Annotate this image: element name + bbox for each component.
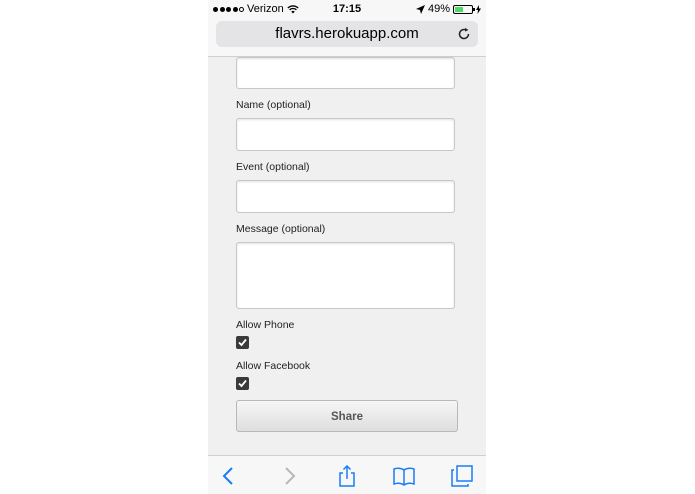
- previous-field-input[interactable]: [236, 57, 455, 89]
- tabs-icon[interactable]: [451, 465, 473, 487]
- back-icon[interactable]: [218, 465, 240, 487]
- name-input[interactable]: [236, 118, 455, 151]
- message-label: Message (optional): [236, 223, 326, 235]
- browser-toolbar: [208, 455, 486, 494]
- url-text: flavrs.herokuapp.com: [275, 25, 419, 42]
- bookmarks-icon[interactable]: [393, 465, 415, 487]
- allow-phone-label: Allow Phone: [236, 319, 295, 331]
- allow-facebook-label: Allow Facebook: [236, 360, 311, 372]
- status-bar: Verizon 17:15 49%: [208, 0, 486, 18]
- checkmark-icon: [238, 338, 247, 347]
- status-right: 49%: [415, 3, 481, 15]
- message-textarea[interactable]: [236, 242, 455, 309]
- forward-icon[interactable]: [278, 465, 300, 487]
- battery-percent: 49%: [427, 3, 450, 15]
- checkmark-icon: [238, 379, 247, 388]
- phone-screen: Verizon 17:15 49% flavrs.herokuapp.com N…: [208, 0, 486, 494]
- allow-phone-checkbox[interactable]: [236, 336, 249, 349]
- event-input[interactable]: [236, 180, 455, 213]
- address-bar-area: flavrs.herokuapp.com: [208, 18, 486, 57]
- battery-icon: [453, 4, 475, 14]
- event-label: Event (optional): [236, 161, 310, 173]
- address-bar[interactable]: flavrs.herokuapp.com: [216, 21, 478, 47]
- share-button[interactable]: Share: [236, 400, 458, 432]
- share-icon[interactable]: [336, 465, 358, 487]
- location-arrow-icon: [415, 4, 425, 14]
- allow-facebook-checkbox[interactable]: [236, 377, 249, 390]
- share-form: Name (optional) Event (optional) Message…: [208, 57, 486, 457]
- reload-icon[interactable]: [456, 26, 472, 42]
- name-label: Name (optional): [236, 99, 311, 111]
- charging-bolt-icon: [476, 4, 481, 14]
